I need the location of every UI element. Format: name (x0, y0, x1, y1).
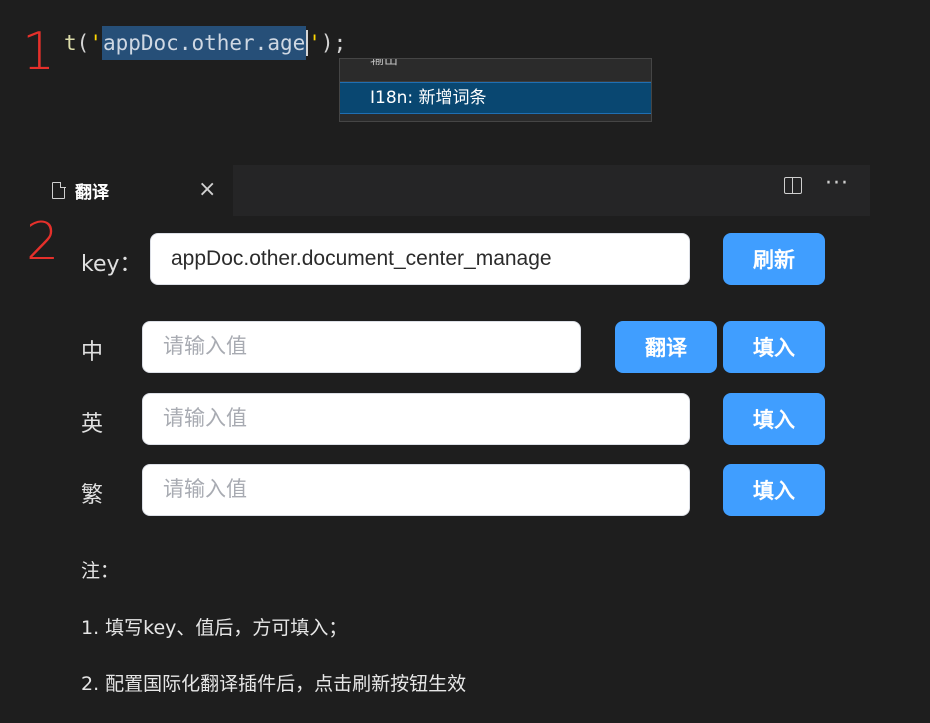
code-selected-key[interactable]: appDoc.other.age (101, 26, 307, 60)
refresh-button[interactable]: 刷新 (723, 233, 825, 285)
code-quote-close: ' (308, 31, 321, 55)
key-input[interactable]: appDoc.other.document_center_manage (150, 233, 690, 285)
code-quote-open: ' (89, 31, 102, 55)
fill-button-zh[interactable]: 填入 (723, 321, 825, 373)
notes-title: 注： (81, 560, 120, 582)
code-editor-line[interactable]: t(' appDoc.other.age '); (64, 26, 347, 60)
menu-item-partial-label: 输出 (370, 58, 398, 68)
note-line-1: 1. 填写key、值后，方可填入； (81, 617, 348, 639)
split-editor-icon[interactable] (784, 177, 802, 194)
value-input-zh[interactable]: 请输入值 (142, 321, 581, 373)
tab-label: 翻译 (75, 183, 109, 203)
row-label-zh: 中 (81, 340, 104, 365)
code-open-paren: ( (76, 31, 90, 55)
more-actions-icon[interactable]: ··· (825, 171, 849, 196)
code-close-paren: ); (320, 31, 347, 55)
menu-item-i18n-add-entry[interactable]: I18n: 新增词条 (340, 82, 651, 114)
step-marker-2: 2 (26, 212, 60, 272)
fill-button-tw[interactable]: 填入 (723, 464, 825, 516)
menu-footer (340, 114, 651, 121)
fill-button-en[interactable]: 填入 (723, 393, 825, 445)
menu-item-partial[interactable]: 输出 (340, 59, 651, 82)
note-line-2: 2. 配置国际化翻译插件后，点击刷新按钮生效 (81, 673, 467, 695)
translate-button[interactable]: 翻译 (615, 321, 717, 373)
step-marker-1: 1 (22, 22, 56, 82)
row-label-en: 英 (81, 412, 104, 437)
code-function-name: t (64, 31, 77, 55)
code-action-menu: 输出 I18n: 新增词条 (339, 58, 652, 122)
row-label-tw: 繁 (81, 483, 104, 508)
value-input-tw[interactable]: 请输入值 (142, 464, 690, 516)
close-icon[interactable]: × (198, 176, 216, 204)
tab-translate[interactable]: 翻译 × (38, 165, 233, 216)
editor-tab-bar: 翻译 × ··· (38, 165, 870, 216)
value-input-en[interactable]: 请输入值 (142, 393, 690, 445)
file-icon (52, 181, 66, 199)
key-label: key： (81, 252, 142, 277)
